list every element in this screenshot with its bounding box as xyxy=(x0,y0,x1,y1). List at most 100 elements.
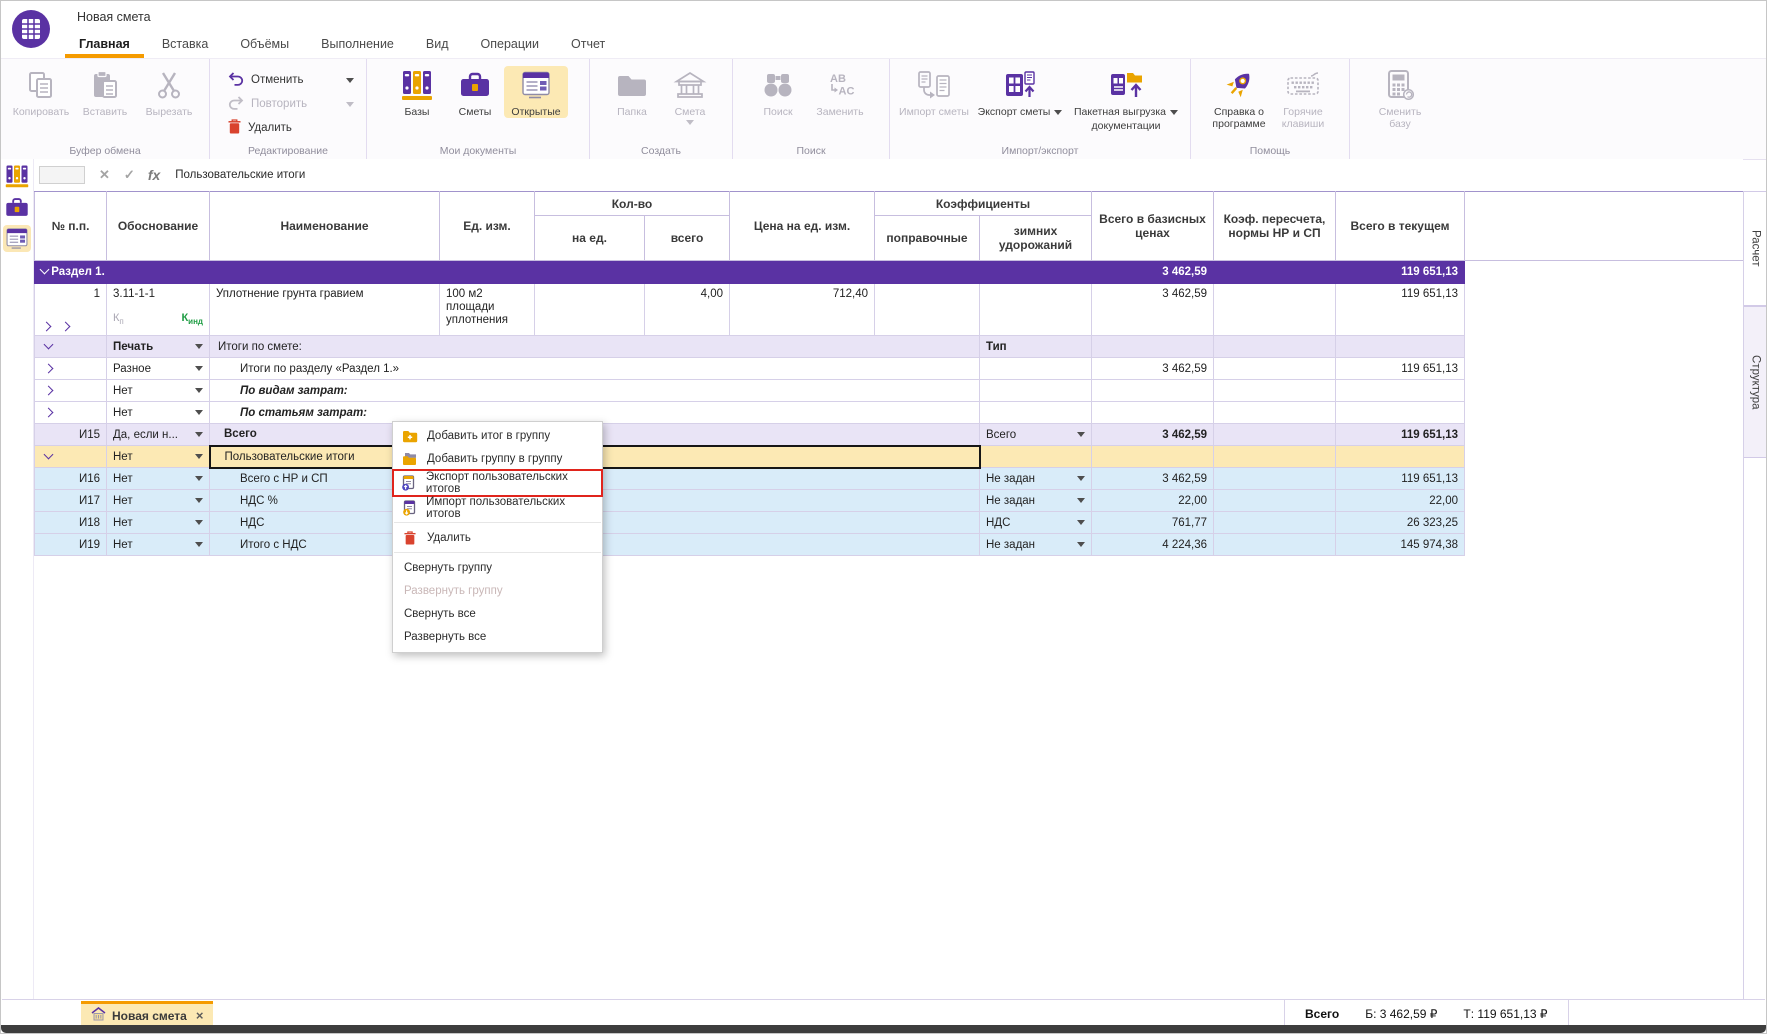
batch-export-button[interactable]: Пакетная выгрузка документации xyxy=(1068,66,1184,133)
cancel-icon[interactable]: ✕ xyxy=(99,167,110,183)
apply-icon[interactable]: ✓ xyxy=(124,167,135,183)
type-dropdown-icon[interactable] xyxy=(1077,542,1085,547)
k-index-label[interactable]: Кинд xyxy=(181,312,203,326)
expand-group-icon[interactable] xyxy=(44,363,54,373)
tab-insert[interactable]: Вставка xyxy=(146,31,224,58)
print-mode-dropdown-icon[interactable] xyxy=(195,344,203,349)
item-total-current[interactable]: 119 651,13 xyxy=(1336,284,1465,336)
import-estimate-button: Импорт сметы xyxy=(896,66,972,118)
col-unit: Ед. изм. xyxy=(440,192,535,261)
estimate-table: № п.п. Обоснование Наименование Ед. изм.… xyxy=(34,191,1744,556)
menu-item-add-total-to-group[interactable]: Добавить итог в группу xyxy=(393,424,602,447)
item-name[interactable]: Уплотнение грунта гравием xyxy=(210,284,440,336)
svg-text:AB: AB xyxy=(830,73,846,85)
item-unit-price[interactable]: 712,40 xyxy=(730,284,875,336)
menu-item-export-user-totals[interactable]: Экспорт пользовательских итогов xyxy=(393,470,602,496)
row-total-with-overheads[interactable]: И16 Нет Всего с НР и СП Не задан 3 462,5… xyxy=(35,468,1744,490)
menu-item-collapse-all[interactable]: Свернуть все xyxy=(393,602,602,625)
item-unit[interactable]: 100 м2 площади уплотнения xyxy=(440,284,535,336)
mode-dropdown-icon[interactable] xyxy=(195,520,203,525)
row-by-cost-items[interactable]: Нет По статьям затрат: xyxy=(35,402,1744,424)
row-total-with-vat[interactable]: И19 Нет Итого с НДС Не задан 4 224,36 14… xyxy=(35,534,1744,556)
row-user-totals[interactable]: Нет Пользовательские итоги xyxy=(35,446,1744,468)
row-by-cost-types[interactable]: Нет По видам затрат: xyxy=(35,380,1744,402)
close-icon[interactable]: × xyxy=(196,1008,204,1023)
ribbon-group-help: Справка о программе Горячие клавиши Помо… xyxy=(1191,59,1350,159)
col-coefficients-group: Коэффициенты xyxy=(875,192,1092,216)
document-tab[interactable]: Новая смета × xyxy=(81,1001,213,1027)
mode-dropdown-icon[interactable] xyxy=(195,454,203,459)
section-row[interactable]: Раздел 1. 3 462,59 119 651,13 xyxy=(35,261,1744,284)
delete-button[interactable]: Удалить xyxy=(222,118,354,138)
app-logo-icon xyxy=(11,9,51,54)
collapse-section-icon[interactable] xyxy=(40,265,50,275)
import-user-totals-icon xyxy=(401,500,417,516)
expand-index-icon[interactable] xyxy=(61,322,71,332)
mode-dropdown-icon[interactable] xyxy=(195,498,203,503)
about-button[interactable]: Справка о программе xyxy=(1206,66,1272,131)
tab-volumes[interactable]: Объёмы xyxy=(224,31,305,58)
row-totals-header[interactable]: Печать Итоги по смете: Тип xyxy=(35,336,1744,358)
mode-dropdown-icon[interactable] xyxy=(195,542,203,547)
batch-export-dropdown-icon[interactable] xyxy=(1170,110,1178,115)
mode-dropdown-icon[interactable] xyxy=(195,432,203,437)
mode-dropdown-icon[interactable] xyxy=(195,388,203,393)
item-total-base[interactable]: 3 462,59 xyxy=(1092,284,1214,336)
tab-calculation[interactable]: Расчет xyxy=(1744,191,1767,306)
formula-input[interactable]: Пользовательские итоги xyxy=(175,169,305,181)
collapse-group-icon[interactable] xyxy=(44,449,54,459)
tab-operations[interactable]: Операции xyxy=(465,31,555,58)
rail-open-documents-button[interactable] xyxy=(3,225,31,252)
tab-report[interactable]: Отчет xyxy=(555,31,621,58)
context-menu: Добавить итог в группу Добавить группу в… xyxy=(392,421,603,653)
expand-group-icon[interactable] xyxy=(44,407,54,417)
type-dropdown-icon[interactable] xyxy=(1077,498,1085,503)
row-section-totals[interactable]: Разное Итоги по разделу «Раздел 1.» 3 46… xyxy=(35,358,1744,380)
row-vat-percent[interactable]: И17 Нет НДС % Не задан 22,00 22,00 xyxy=(35,490,1744,512)
mode-dropdown-icon[interactable] xyxy=(195,366,203,371)
group-label-help: Помощь xyxy=(1191,145,1349,157)
menu-item-collapse-group[interactable]: Свернуть группу xyxy=(393,556,602,579)
tab-home[interactable]: Главная xyxy=(63,31,146,58)
expand-coef-icon[interactable] xyxy=(42,322,52,332)
section-total-current[interactable]: 119 651,13 xyxy=(1336,261,1465,284)
section-total-base[interactable]: 3 462,59 xyxy=(1092,261,1214,284)
item-qty-total[interactable]: 4,00 xyxy=(645,284,730,336)
rail-bases-button[interactable] xyxy=(3,162,31,190)
fx-icon[interactable]: fx xyxy=(148,167,160,183)
export-estimate-button[interactable]: Экспорт сметы xyxy=(972,66,1068,118)
menu-item-expand-all[interactable]: Развернуть все xyxy=(393,625,602,648)
menu-item-add-group-to-group[interactable]: Добавить группу в группу xyxy=(393,447,602,470)
row-grand-total[interactable]: И15 Да, если н... Всего Всего 3 462,59 1… xyxy=(35,424,1744,446)
expand-group-icon[interactable] xyxy=(44,385,54,395)
export-estimate-dropdown-icon[interactable] xyxy=(1054,110,1062,115)
mode-dropdown-icon[interactable] xyxy=(195,476,203,481)
estimates-button[interactable]: Сметы xyxy=(446,66,504,118)
tab-execution[interactable]: Выполнение xyxy=(305,31,410,58)
find-button: Поиск xyxy=(749,66,807,118)
type-dropdown-icon[interactable] xyxy=(1077,476,1085,481)
type-dropdown-icon[interactable] xyxy=(1077,520,1085,525)
menu-item-delete[interactable]: Удалить xyxy=(393,526,602,549)
bases-button[interactable]: Базы xyxy=(388,66,446,118)
col-coef-adjusting: поправочные xyxy=(875,216,980,261)
rail-estimates-button[interactable] xyxy=(3,194,31,221)
cell-reference-input[interactable] xyxy=(39,166,85,184)
mode-dropdown-icon[interactable] xyxy=(195,410,203,415)
open-documents-button[interactable]: Открытые xyxy=(504,66,568,118)
binoculars-icon xyxy=(762,66,794,104)
menu-item-import-user-totals[interactable]: Импорт пользовательских итогов xyxy=(393,496,602,519)
menu-item-expand-group: Развернуть группу xyxy=(393,579,602,602)
undo-button[interactable]: Отменить xyxy=(222,70,354,90)
replace-icon: ABAC xyxy=(823,66,857,104)
paste-button: Вставить xyxy=(73,66,137,118)
undo-dropdown-icon[interactable] xyxy=(346,78,354,83)
tab-view[interactable]: Вид xyxy=(410,31,465,58)
row-vat[interactable]: И18 Нет НДС НДС 761,77 26 323,25 xyxy=(35,512,1744,534)
item-row[interactable]: 1 3.11-1-1 Кп Кинд Уплотнение грунта гра… xyxy=(35,284,1744,336)
collapse-group-icon[interactable] xyxy=(44,339,54,349)
k-correction-label[interactable]: Кп xyxy=(113,312,124,326)
tab-structure[interactable]: Структура xyxy=(1744,306,1767,458)
scissors-icon xyxy=(154,66,184,104)
type-dropdown-icon[interactable] xyxy=(1077,432,1085,437)
